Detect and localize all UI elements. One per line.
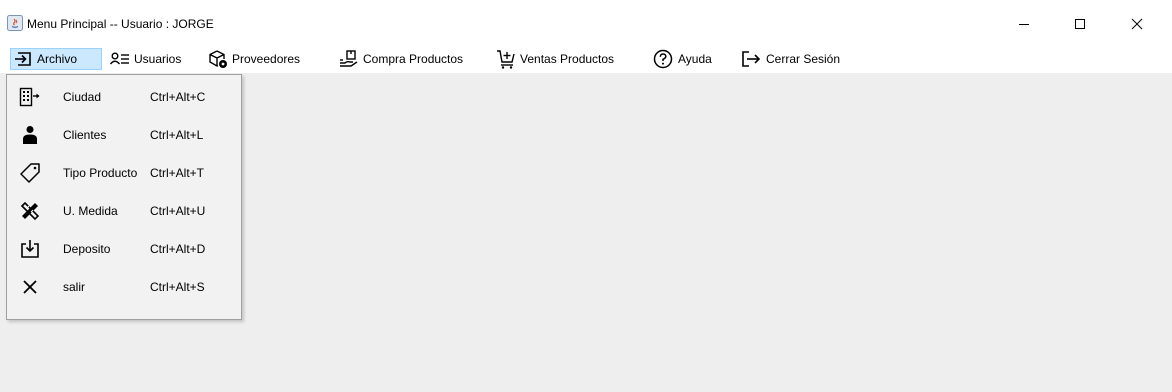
menu-archivo[interactable]: Archivo [10,48,102,70]
menuitem-u-medida[interactable]: U. Medida Ctrl+Alt+U [7,193,241,229]
menu-ventas-productos-label: Ventas Productos [520,52,615,66]
menuitem-clientes[interactable]: Clientes Ctrl+Alt+L [7,117,241,153]
minimize-button[interactable] [1004,10,1044,38]
help-circle-icon [652,49,674,69]
menuitem-ciudad-label: Ciudad [63,90,102,104]
java-app-icon [7,15,23,31]
menu-ayuda[interactable]: Ayuda [652,48,712,70]
logout-icon [740,49,762,69]
archivo-dropdown-menu: Ciudad Ctrl+Alt+C Clientes Ctrl+Alt+L Ti… [6,74,242,320]
menuitem-salir-label: salir [63,280,86,294]
download-tray-icon [19,238,41,260]
menu-compra-productos-label: Compra Productos [363,52,464,66]
close-icon [19,276,41,298]
menuitem-clientes-accelerator: Ctrl+Alt+L [150,128,204,142]
close-window-button[interactable] [1117,10,1157,38]
menuitem-salir-accelerator: Ctrl+Alt+S [150,280,205,294]
ruler-pencil-icon [19,200,41,222]
menu-cerrar-sesion[interactable]: Cerrar Sesión [740,48,840,70]
login-box-icon [13,49,33,69]
menuitem-u-medida-accelerator: Ctrl+Alt+U [150,204,206,218]
menuitem-tipo-producto-label: Tipo Producto [63,166,138,180]
minimize-icon [1019,24,1029,25]
cart-plus-icon [496,49,516,69]
menu-usuarios-label: Usuarios [134,52,182,66]
window-title: Menu Principal -- Usuario : JORGE [27,17,214,31]
menu-proveedores[interactable]: Proveedores [208,48,300,70]
menu-bar: Archivo Usuarios Proveedores Compra Prod… [0,47,1172,73]
menuitem-salir[interactable]: salir Ctrl+Alt+S [7,269,241,305]
menuitem-tipo-producto[interactable]: Tipo Producto Ctrl+Alt+T [7,155,241,191]
menu-compra-productos[interactable]: Compra Productos [339,48,463,70]
menuitem-ciudad[interactable]: Ciudad Ctrl+Alt+C [7,79,241,115]
menu-proveedores-label: Proveedores [232,52,301,66]
menuitem-deposito-accelerator: Ctrl+Alt+D [150,242,206,256]
menu-cerrar-sesion-label: Cerrar Sesión [766,52,841,66]
menuitem-deposito[interactable]: Deposito Ctrl+Alt+D [7,231,241,267]
hand-box-icon [339,49,359,69]
maximize-icon [1075,19,1085,29]
menuitem-tipo-producto-accelerator: Ctrl+Alt+T [150,166,205,180]
menuitem-deposito-label: Deposito [63,242,111,256]
user-list-icon [110,49,130,69]
person-icon [19,124,41,146]
menu-usuarios[interactable]: Usuarios [110,48,181,70]
menu-ayuda-label: Ayuda [678,52,712,66]
maximize-button[interactable] [1060,10,1100,38]
building-arrow-icon [19,86,41,108]
menuitem-u-medida-label: U. Medida [63,204,118,218]
menuitem-clientes-label: Clientes [63,128,107,142]
menuitem-ciudad-accelerator: Ctrl+Alt+C [150,90,206,104]
close-window-icon [1131,18,1143,30]
tag-icon [19,162,41,184]
menu-ventas-productos[interactable]: Ventas Productos [496,48,614,70]
box-gear-icon [208,49,228,69]
title-bar: Menu Principal -- Usuario : JORGE [0,0,1172,40]
menu-archivo-label: Archivo [37,52,78,66]
